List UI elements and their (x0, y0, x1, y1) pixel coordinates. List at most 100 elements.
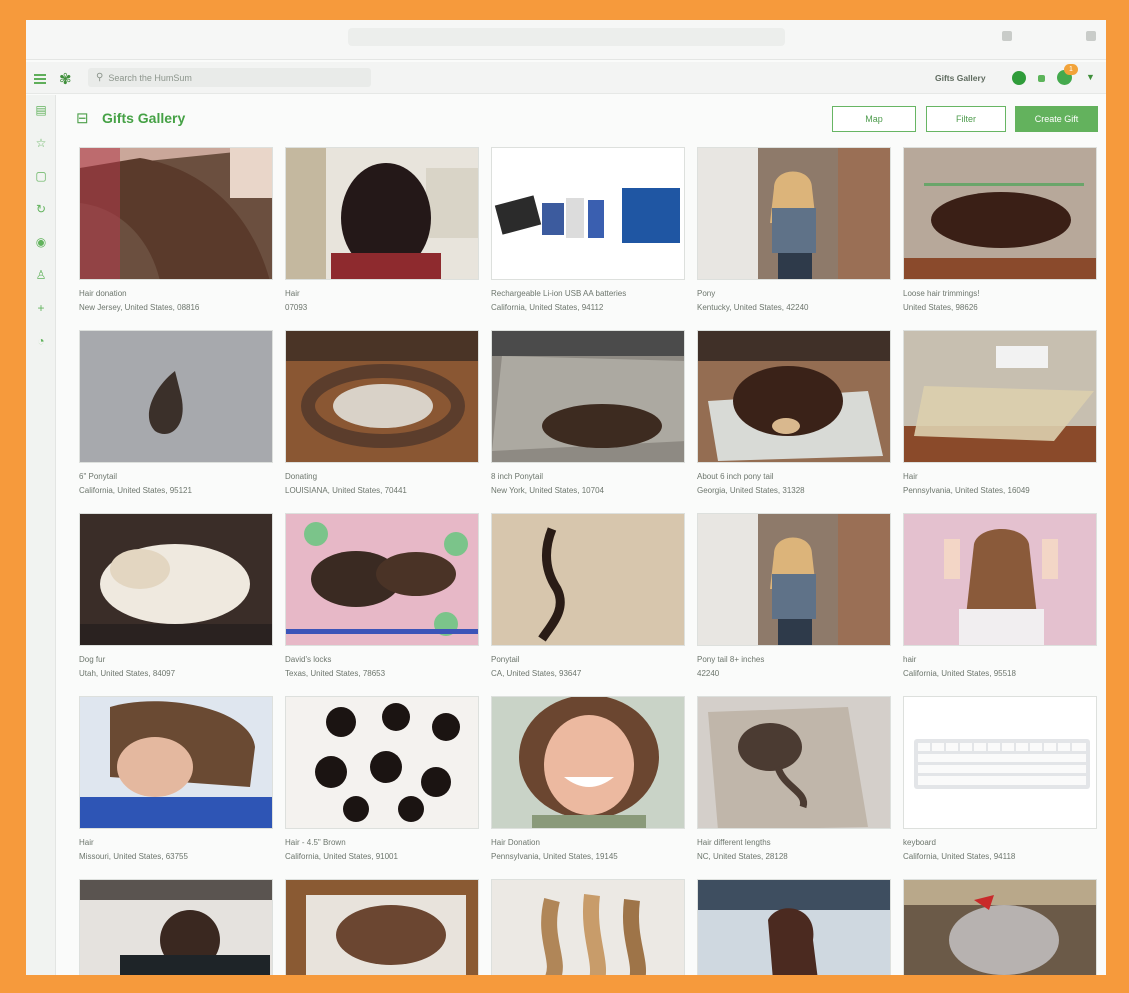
menu-icon[interactable] (34, 74, 46, 84)
gift-title[interactable]: Hair (903, 472, 1097, 481)
gift-card[interactable] (285, 879, 479, 975)
gift-image[interactable] (79, 330, 273, 463)
gift-image[interactable] (491, 147, 685, 280)
gift-image[interactable] (697, 147, 891, 280)
gift-title[interactable]: Pony tail 8+ inches (697, 655, 891, 664)
sidebar: ▤ ☆ ▢ ↻ ◉ ♙ + ◔ (26, 95, 56, 975)
gift-title[interactable]: David's locks (285, 655, 479, 664)
gift-card[interactable]: 6" Ponytail California, United States, 9… (79, 330, 273, 513)
gift-image[interactable] (697, 879, 891, 975)
gift-title[interactable]: Ponytail (491, 655, 685, 664)
gift-title[interactable]: Dog fur (79, 655, 273, 664)
map-button[interactable]: Map (832, 106, 916, 132)
status-indicator-icon[interactable] (1012, 71, 1026, 85)
filter-button[interactable]: Filter (926, 106, 1006, 132)
plus-icon[interactable]: + (34, 301, 48, 315)
gift-title[interactable]: Hair donation (79, 289, 273, 298)
gift-location: New York, United States, 10704 (491, 486, 604, 495)
gift-card[interactable]: Hair Donation Pennsylvania, United State… (491, 696, 685, 879)
page-header: ⊟ Gifts Gallery Map Filter Create Gift (76, 106, 1100, 136)
gifts-gallery-link[interactable]: Gifts Gallery (935, 73, 986, 83)
browser-menu-icon[interactable] (1002, 31, 1012, 41)
gift-card[interactable]: Rechargeable Li-ion USB AA batteries Cal… (491, 147, 685, 330)
chevron-down-icon[interactable]: ▼ (1086, 72, 1095, 82)
search-input[interactable]: ⚲ Search the HumSum (88, 68, 371, 87)
gift-image[interactable] (697, 513, 891, 646)
gift-title[interactable]: 6" Ponytail (79, 472, 273, 481)
gift-image[interactable] (79, 879, 273, 975)
gift-title[interactable]: Hair (285, 289, 479, 298)
gift-card[interactable]: About 6 inch pony tail Georgia, United S… (697, 330, 891, 513)
browser-close-icon[interactable] (1086, 31, 1096, 41)
gift-icon[interactable]: ▤ (34, 103, 48, 117)
calendar-icon[interactable]: ▢ (34, 169, 48, 183)
gift-image[interactable] (285, 696, 479, 829)
gift-card[interactable]: Hair donation New Jersey, United States,… (79, 147, 273, 330)
gift-image[interactable] (79, 696, 273, 829)
gift-card[interactable] (697, 879, 891, 975)
gift-image[interactable] (285, 330, 479, 463)
gift-image[interactable] (79, 513, 273, 646)
gift-image[interactable] (903, 513, 1097, 646)
gift-card[interactable]: Pony Kentucky, United States, 42240 (697, 147, 891, 330)
gift-card[interactable]: Loose hair trimmings! United States, 986… (903, 147, 1097, 330)
gift-card[interactable]: keyboard California, United States, 9411… (903, 696, 1097, 879)
gift-image[interactable] (79, 147, 273, 280)
gift-card[interactable]: Hair 07093 (285, 147, 479, 330)
gift-image[interactable] (491, 696, 685, 829)
gift-title[interactable]: Rechargeable Li-ion USB AA batteries (491, 289, 685, 298)
gift-card[interactable]: 8 inch Ponytail New York, United States,… (491, 330, 685, 513)
gift-title[interactable]: Hair different lengths (697, 838, 891, 847)
gift-image[interactable] (697, 696, 891, 829)
user-icon[interactable]: ♙ (34, 268, 48, 282)
gift-location: Utah, United States, 84097 (79, 669, 176, 678)
gift-title[interactable]: Hair Donation (491, 838, 685, 847)
gift-card[interactable] (903, 879, 1097, 975)
gift-card[interactable]: Hair Missouri, United States, 63755 (79, 696, 273, 879)
gift-title[interactable]: Pony (697, 289, 891, 298)
gift-location: California, United States, 95121 (79, 486, 192, 495)
gift-image[interactable] (697, 330, 891, 463)
gift-title[interactable]: Hair (79, 838, 273, 847)
gift-image[interactable] (903, 879, 1097, 975)
notification-icon[interactable] (1038, 75, 1045, 82)
logo-icon[interactable]: ✾ (59, 70, 72, 88)
gift-card[interactable]: Pony tail 8+ inches 42240 (697, 513, 891, 696)
gift-title[interactable]: Hair - 4.5" Brown (285, 838, 479, 847)
gift-image[interactable] (491, 879, 685, 975)
gift-title[interactable]: Donating (285, 472, 479, 481)
gift-image[interactable] (491, 330, 685, 463)
gift-image[interactable] (491, 513, 685, 646)
create-gift-button[interactable]: Create Gift (1015, 106, 1098, 132)
gift-image[interactable] (285, 147, 479, 280)
gift-card[interactable]: David's locks Texas, United States, 7865… (285, 513, 479, 696)
gift-title[interactable]: hair (903, 655, 1097, 664)
star-icon[interactable]: ☆ (34, 136, 48, 150)
address-bar[interactable] (348, 28, 785, 46)
gift-location: LOUISIANA, United States, 70441 (285, 486, 407, 495)
gift-image[interactable] (285, 513, 479, 646)
gift-card[interactable]: hair California, United States, 95518 (903, 513, 1097, 696)
gift-card[interactable]: Hair Pennsylvania, United States, 16049 (903, 330, 1097, 513)
gift-title[interactable]: About 6 inch pony tail (697, 472, 891, 481)
gift-card[interactable]: Dog fur Utah, United States, 84097 (79, 513, 273, 696)
gift-card[interactable]: Ponytail CA, United States, 93647 (491, 513, 685, 696)
gift-title[interactable]: Loose hair trimmings! (903, 289, 1097, 298)
gift-card[interactable] (491, 879, 685, 975)
gift-title[interactable]: 8 inch Ponytail (491, 472, 685, 481)
gift-card[interactable] (79, 879, 273, 975)
gift-image[interactable] (285, 879, 479, 975)
gift-card[interactable]: Donating LOUISIANA, United States, 70441 (285, 330, 479, 513)
gift-image[interactable] (903, 330, 1097, 463)
clock-icon[interactable]: ◔ (34, 334, 48, 348)
gift-image[interactable] (903, 696, 1097, 829)
gift-card[interactable]: Hair - 4.5" Brown California, United Sta… (285, 696, 479, 879)
gift-title[interactable]: keyboard (903, 838, 1097, 847)
gift-location: NC, United States, 28128 (697, 852, 788, 861)
gift-image[interactable] (903, 147, 1097, 280)
gift-card[interactable]: Hair different lengths NC, United States… (697, 696, 891, 879)
refresh-icon[interactable]: ↻ (34, 202, 48, 216)
gift-location: Kentucky, United States, 42240 (697, 303, 809, 312)
gift-grid: Hair donation New Jersey, United States,… (79, 147, 1099, 975)
eye-icon[interactable]: ◉ (34, 235, 48, 249)
